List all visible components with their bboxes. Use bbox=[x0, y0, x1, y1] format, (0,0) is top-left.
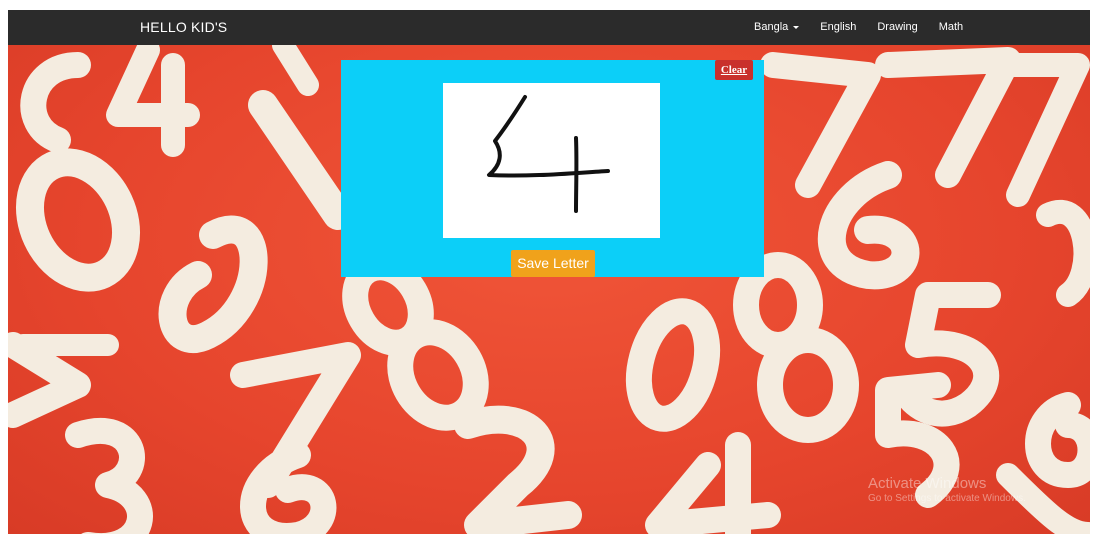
activate-windows-watermark: Activate Windows Go to Settings to activ… bbox=[868, 475, 1026, 504]
nav-item-bangla-label: Bangla bbox=[754, 21, 789, 33]
nav-item-drawing[interactable]: Drawing bbox=[877, 21, 917, 33]
caret-down-icon bbox=[793, 25, 800, 29]
top-navbar: HELLO KID'S Bangla English Drawing Math bbox=[8, 10, 1090, 45]
app-frame: HELLO KID'S Bangla English Drawing Math bbox=[8, 10, 1090, 534]
nav-item-math[interactable]: Math bbox=[939, 21, 963, 33]
drawn-character-stroke bbox=[487, 95, 610, 213]
save-letter-button[interactable]: Save Letter bbox=[511, 250, 595, 277]
nav-menu: Bangla English Drawing Math bbox=[754, 21, 984, 33]
drawing-panel: Clear Save Letter bbox=[341, 60, 764, 277]
clear-button[interactable]: Clear bbox=[715, 60, 753, 80]
nav-item-english[interactable]: English bbox=[820, 21, 856, 33]
watermark-title: Activate Windows bbox=[868, 475, 987, 492]
watermark-subtitle: Go to Settings to activate Windows. bbox=[868, 493, 1026, 504]
brand-link[interactable]: HELLO KID'S bbox=[140, 19, 227, 35]
drawing-canvas[interactable] bbox=[443, 83, 660, 238]
nav-item-bangla[interactable]: Bangla bbox=[754, 21, 800, 33]
